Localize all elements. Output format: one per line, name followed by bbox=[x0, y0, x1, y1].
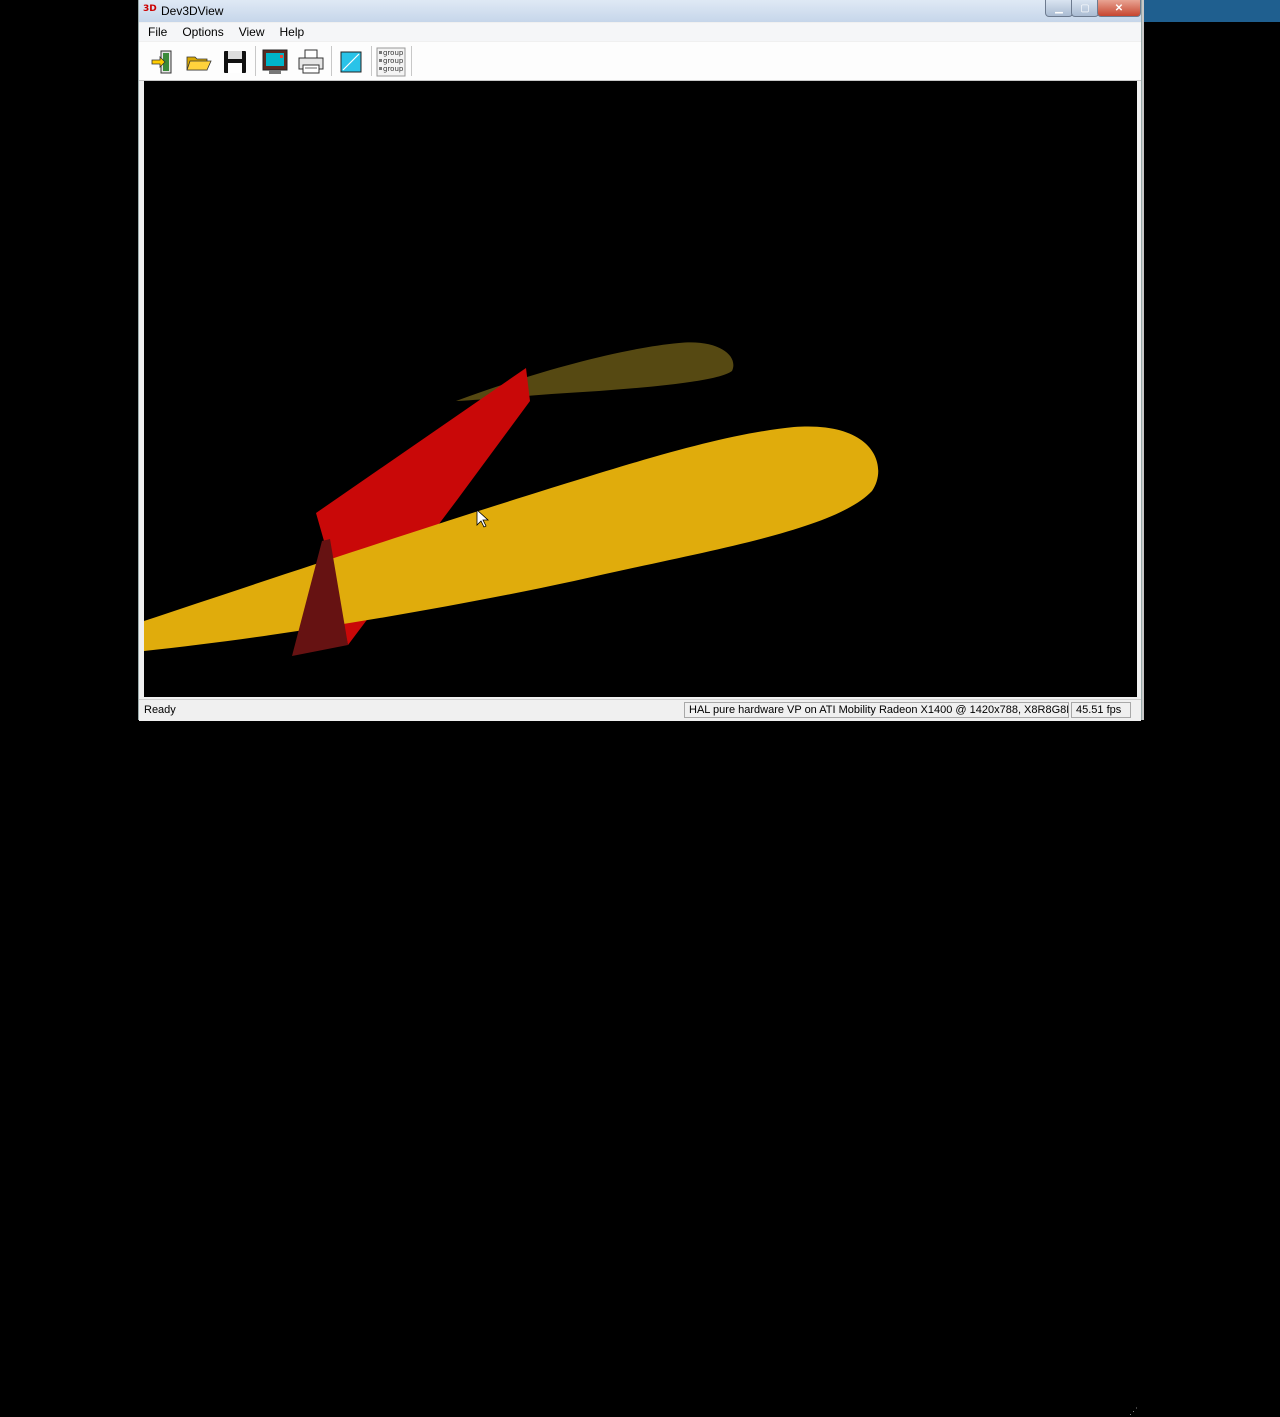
background-color-icon bbox=[340, 51, 362, 73]
status-renderer-info: HAL pure hardware VP on ATI Mobility Rad… bbox=[684, 702, 1069, 718]
3d-viewport[interactable] bbox=[144, 81, 1137, 697]
menu-help[interactable]: Help bbox=[271, 25, 311, 39]
window-edge bbox=[1142, 0, 1144, 720]
toolbar-separator bbox=[371, 46, 372, 76]
3d-scene[interactable] bbox=[144, 81, 1137, 697]
title-bar[interactable]: 3D Dev3DView ▁ ▢ ✕ bbox=[139, 0, 1141, 22]
groups-button[interactable]: group group group bbox=[375, 46, 407, 78]
minimize-button[interactable]: ▁ bbox=[1045, 0, 1073, 17]
minimize-icon: ▁ bbox=[1055, 2, 1063, 14]
menu-bar: File Options View Help bbox=[139, 23, 1141, 41]
maximize-icon: ▢ bbox=[1080, 2, 1090, 14]
group-label: group bbox=[383, 49, 404, 57]
open-folder-icon bbox=[186, 56, 212, 71]
exit-icon bbox=[151, 50, 172, 74]
save-disk-icon bbox=[224, 51, 246, 73]
resize-grip-icon[interactable]: ⋰ bbox=[1129, 1406, 1138, 1417]
toolbar-separator bbox=[255, 46, 256, 76]
close-icon: ✕ bbox=[1114, 2, 1124, 14]
group-label: group bbox=[383, 65, 404, 73]
menu-options[interactable]: Options bbox=[173, 25, 229, 39]
toolbar-separator bbox=[331, 46, 332, 76]
save-button[interactable] bbox=[219, 46, 251, 78]
toolbar-separator bbox=[411, 46, 412, 76]
print-button[interactable] bbox=[295, 46, 327, 78]
display-button[interactable] bbox=[259, 46, 291, 78]
menu-file[interactable]: File bbox=[139, 25, 173, 39]
menu-view[interactable]: View bbox=[230, 25, 271, 39]
maximize-button[interactable]: ▢ bbox=[1071, 0, 1099, 17]
close-button[interactable]: ✕ bbox=[1097, 0, 1141, 17]
wing-main-surface bbox=[144, 426, 879, 651]
group-label: group bbox=[383, 57, 404, 65]
group-list-icon: group group group bbox=[376, 47, 406, 77]
app-window: 3D Dev3DView ▁ ▢ ✕ File Options View Hel… bbox=[138, 0, 1142, 1416]
background-color-button[interactable] bbox=[335, 46, 367, 78]
status-ready-text: Ready bbox=[144, 704, 176, 716]
app-icon: 3D bbox=[143, 4, 157, 14]
toolbar: group group group bbox=[139, 42, 1141, 81]
monitor-icon bbox=[262, 49, 288, 74]
open-button[interactable] bbox=[183, 46, 215, 78]
window-title: Dev3DView bbox=[161, 4, 224, 18]
exit-button[interactable] bbox=[147, 46, 179, 78]
status-fps: 45.51 fps bbox=[1071, 702, 1131, 718]
printer-icon bbox=[298, 49, 324, 74]
status-bar: Ready HAL pure hardware VP on ATI Mobili… bbox=[139, 699, 1141, 1416]
